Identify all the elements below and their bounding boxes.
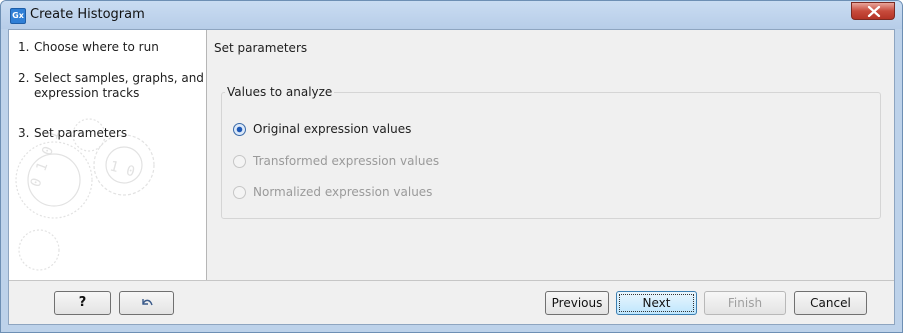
- help-button[interactable]: ?: [54, 291, 111, 315]
- close-button[interactable]: [851, 2, 895, 20]
- section-title: Set parameters: [214, 41, 308, 55]
- wizard-step-2: 2. Select samples, graphs, and expression…: [18, 71, 204, 100]
- wizard-step-label: Select samples, graphs, and expression t…: [34, 71, 204, 100]
- footer-divider: [9, 280, 894, 281]
- cancel-button[interactable]: Cancel: [794, 291, 867, 315]
- close-icon: [867, 6, 881, 17]
- wizard-step-1: 1. Choose where to run: [18, 40, 159, 54]
- radio-button[interactable]: [233, 155, 246, 168]
- title-bar[interactable]: Gx Create Histogram: [1, 1, 902, 29]
- dialog-window: Gx Create Histogram 0 1 0 1 1 0 1. Choos…: [0, 0, 903, 333]
- wizard-step-label: Choose where to run: [34, 40, 159, 54]
- next-button[interactable]: Next: [616, 291, 697, 315]
- previous-button[interactable]: Previous: [545, 291, 609, 315]
- radio-label: Normalized expression values: [253, 185, 433, 199]
- radio-button[interactable]: [233, 186, 246, 199]
- reset-button[interactable]: [119, 291, 174, 315]
- parameters-panel: Set parameters Values to analyze Origina…: [207, 30, 894, 280]
- dialog-body: 0 1 0 1 1 0 1. Choose where to run 2. Sele…: [8, 29, 895, 325]
- wizard-step-3: 3. Set parameters: [18, 126, 128, 140]
- radio-label: Transformed expression values: [253, 154, 440, 168]
- wizard-steps-panel: 0 1 0 1 1 0 1. Choose where to run 2. Sele…: [9, 30, 207, 280]
- finish-button: Finish: [704, 291, 786, 315]
- app-icon: Gx: [10, 8, 26, 24]
- wizard-step-label: Set parameters: [34, 126, 128, 140]
- undo-arrow-icon: [141, 298, 153, 305]
- window-title: Create Histogram: [30, 7, 145, 22]
- group-title: Values to analyze: [225, 85, 335, 99]
- svg-text:1 0: 1 0: [108, 158, 137, 180]
- radio-label: Original expression values: [253, 122, 412, 136]
- radio-button-selected[interactable]: [233, 123, 246, 136]
